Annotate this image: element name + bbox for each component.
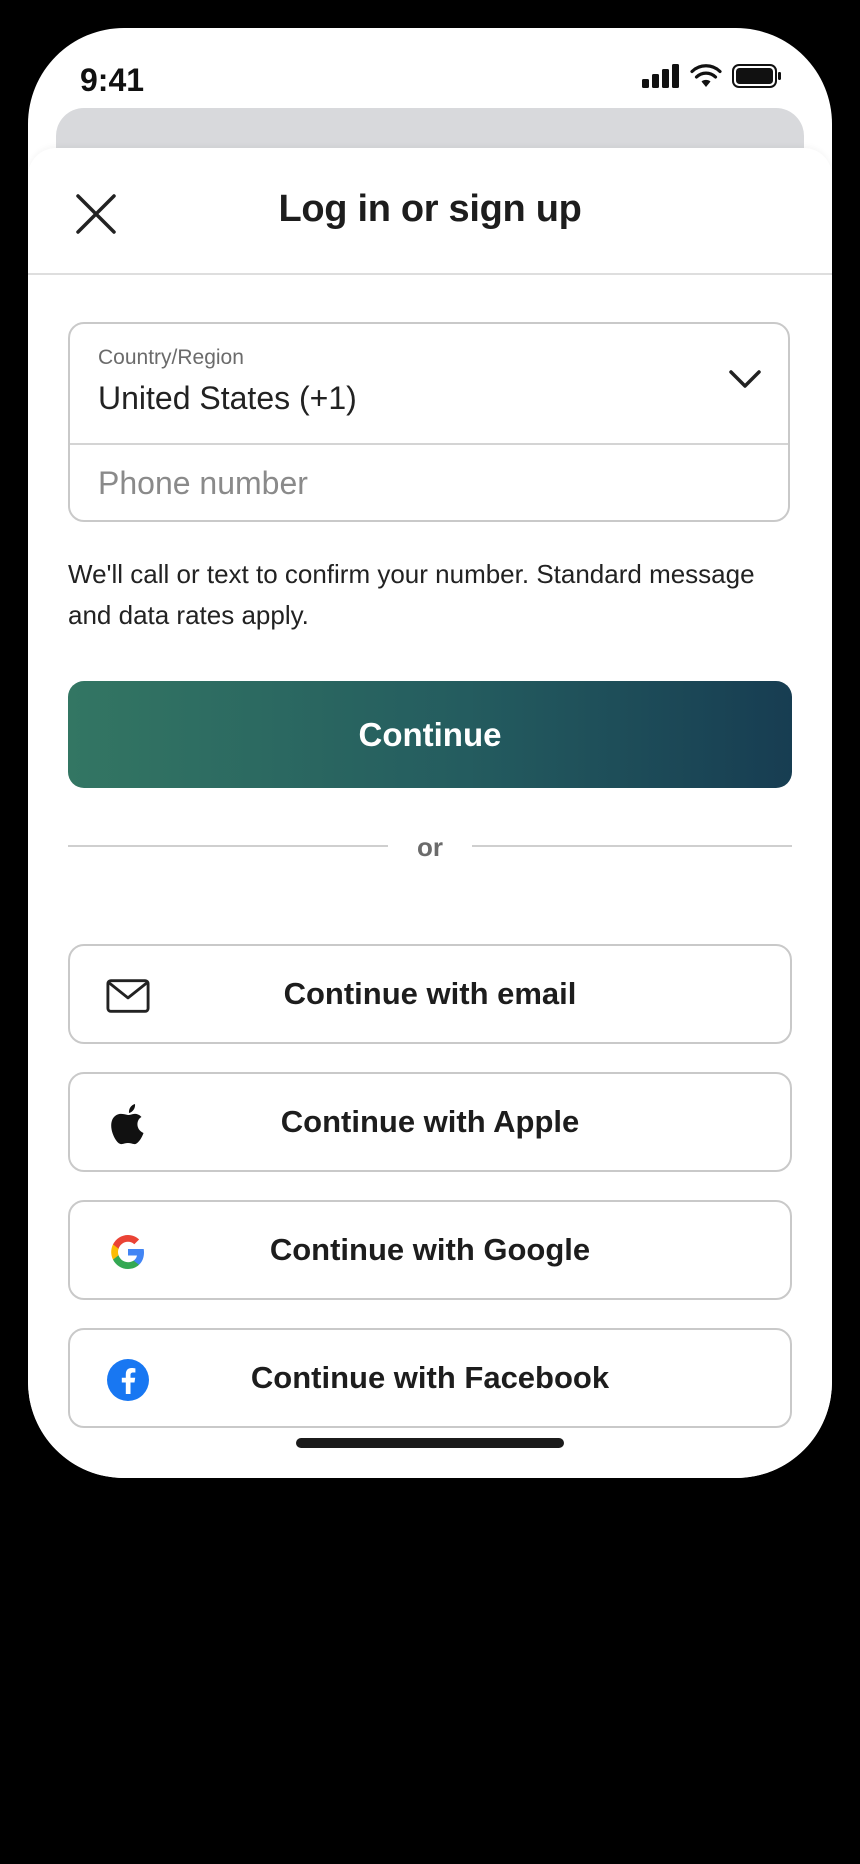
continue-with-google-button[interactable]: Continue with Google [68, 1200, 792, 1300]
country-region-value: United States (+1) [98, 380, 357, 416]
page-title: Log in or sign up [278, 188, 582, 230]
home-indicator[interactable] [296, 1438, 564, 1448]
signal-icon [642, 64, 679, 88]
continue-with-email-button[interactable]: Continue with email [68, 944, 792, 1044]
disclaimer-text: We'll call or text to confirm your numbe… [68, 559, 755, 630]
sheet-header: Log in or sign up [28, 148, 832, 275]
country-region-select[interactable]: Country/Region United States (+1) [70, 324, 788, 445]
phone-number-input[interactable] [70, 445, 788, 520]
continue-with-apple-button[interactable]: Continue with Apple [68, 1072, 792, 1172]
continue-button[interactable]: Continue [68, 681, 792, 788]
divider-line-right [472, 845, 792, 847]
continue-with-facebook-label: Continue with Facebook [250, 1360, 610, 1395]
status-time: 9:41 [80, 62, 145, 98]
continue-with-facebook-button[interactable]: Continue with Facebook [68, 1328, 792, 1428]
status-icons [642, 64, 782, 88]
phone-screen: 9:41 Log in or sign up Country/Region Un… [28, 28, 832, 1478]
continue-with-email-label: Continue with email [283, 976, 577, 1011]
wifi-icon [690, 64, 722, 87]
divider-text: or [417, 832, 443, 862]
or-divider: or [68, 826, 792, 866]
continue-with-google-label: Continue with Google [269, 1232, 591, 1267]
battery-icon [732, 64, 781, 88]
continue-with-apple-label: Continue with Apple [280, 1104, 580, 1139]
login-sheet: Log in or sign up Country/Region United … [28, 148, 832, 1478]
phone-form: Country/Region United States (+1) [68, 322, 790, 522]
chevron-down-icon [729, 370, 761, 388]
country-region-label: Country/Region [98, 346, 244, 369]
